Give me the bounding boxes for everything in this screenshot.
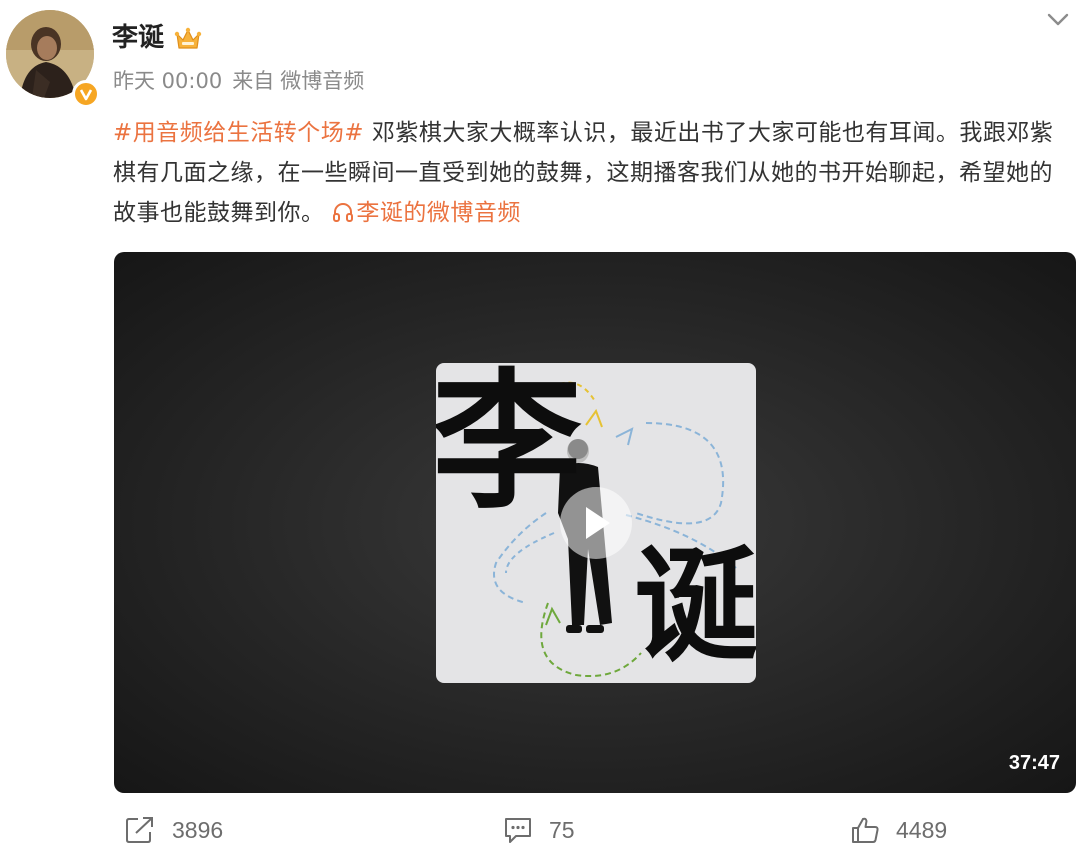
like-button[interactable]: 4489 [850,812,947,848]
comment-button[interactable]: 75 [503,812,575,848]
audio-duration: 37:47 [1008,752,1060,774]
user-name[interactable]: 李诞 [112,20,164,56]
headphones-icon [333,203,354,222]
like-count: 4489 [896,816,948,843]
audio-link[interactable]: 李诞的微博音频 [332,200,521,226]
audio-link-text: 李诞的微博音频 [356,200,521,226]
user-avatar[interactable] [6,10,100,108]
comment-count: 75 [549,816,575,843]
post-text: #用音频给生活转个场# 邓紫棋大家大概率认识，最近出书了大家可能也有耳闻。我跟邓… [113,113,1073,233]
hashtag-link[interactable]: #用音频给生活转个场# [113,120,364,146]
chevron-down-icon[interactable] [1045,10,1071,30]
comment-icon [505,818,531,843]
post-source[interactable]: 微博音频 [280,69,364,93]
play-icon [586,507,610,539]
cover-title-char-1: 李 [436,363,583,530]
crown-icon[interactable] [174,26,202,52]
repost-button[interactable]: 3896 [124,812,223,848]
post-meta: 昨天 00:00 来自 微博音频 [113,66,374,96]
audio-media-card[interactable]: 李 诞 37:47 [114,252,1076,793]
repost-count: 3896 [172,816,224,843]
verified-badge-icon [72,80,100,108]
source-prefix: 来自 [232,69,275,93]
play-button[interactable] [560,487,632,559]
thumbs-up-icon [852,817,879,843]
share-icon [126,817,153,843]
cover-title-char-2: 诞 [634,534,756,679]
podcast-cover[interactable]: 李 诞 [436,363,756,683]
post-time[interactable]: 昨天 00:00 [113,69,222,93]
